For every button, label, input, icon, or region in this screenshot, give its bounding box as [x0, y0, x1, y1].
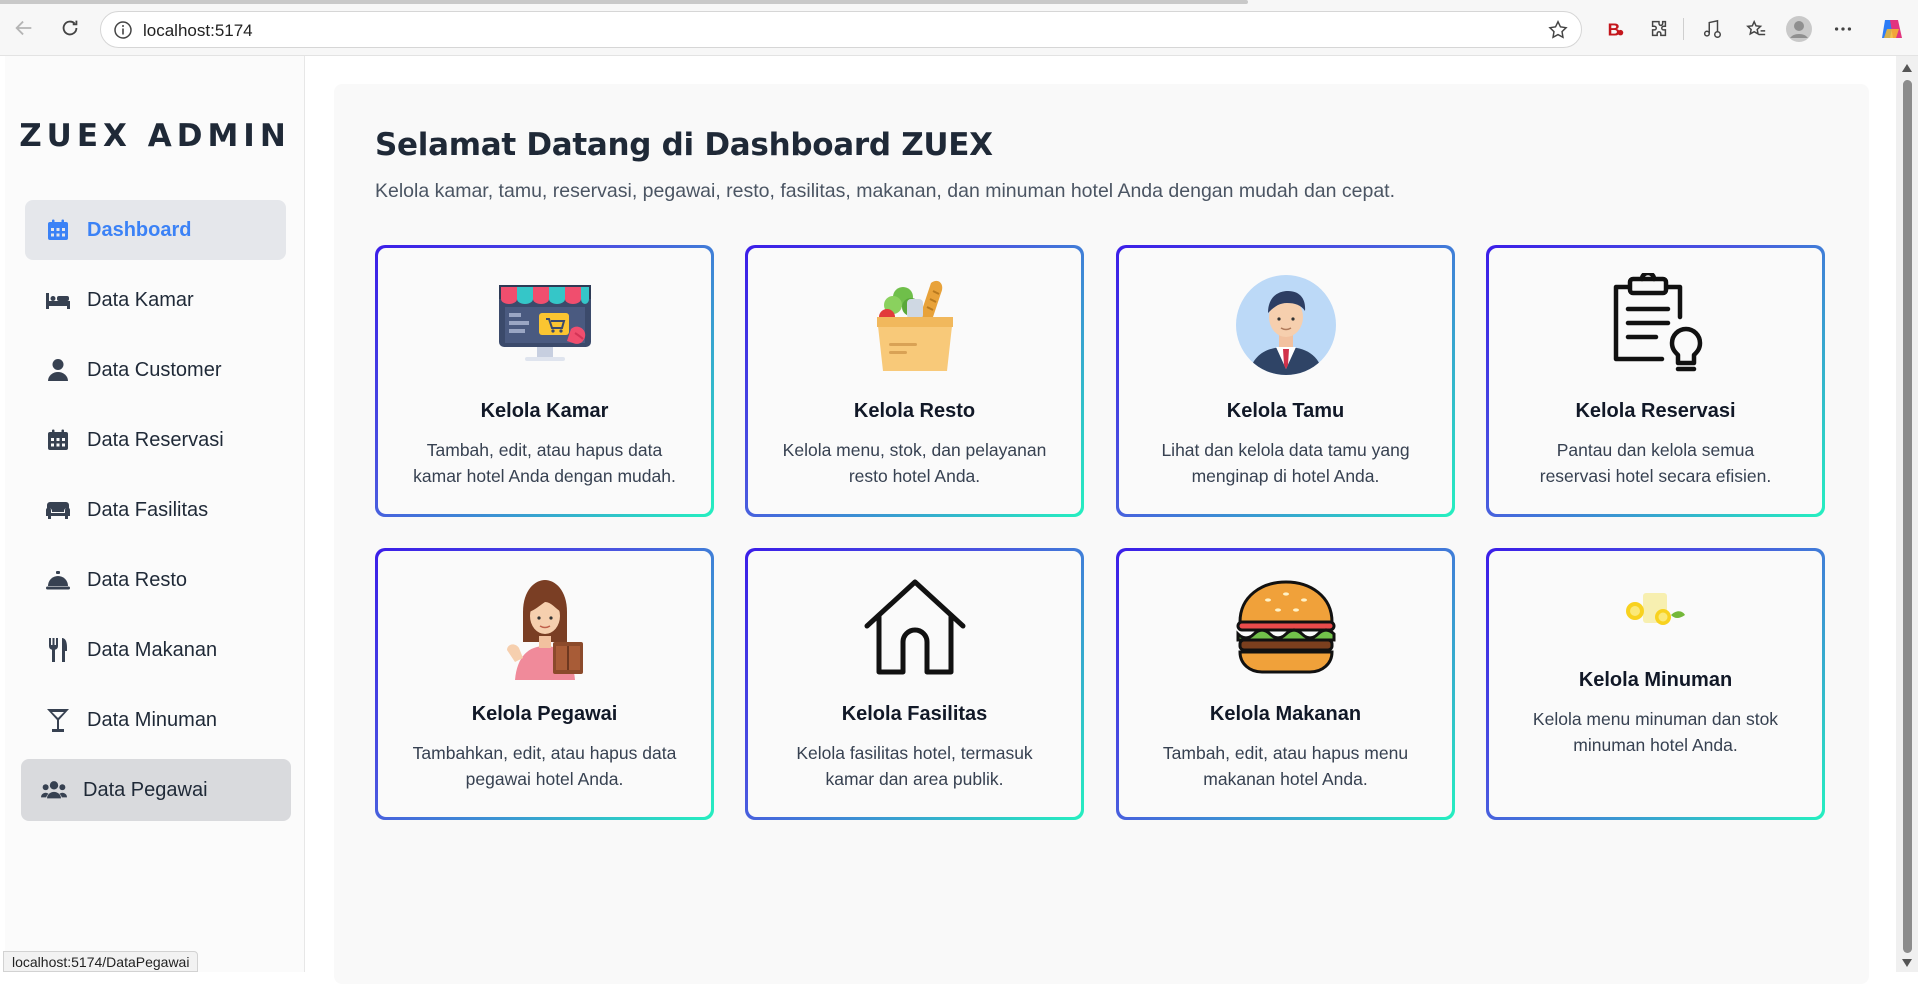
favorites-icon[interactable] — [1741, 14, 1771, 44]
card-kelola-makanan[interactable]: Kelola Makanan Tambah, edit, atau hapus … — [1116, 548, 1455, 820]
status-bar-url: localhost:5174/DataPegawai — [3, 951, 199, 972]
svg-text:B: B — [1608, 19, 1621, 39]
card-description: Lihat dan kelola data tamu yang menginap… — [1161, 440, 1410, 486]
grocery-bag-icon — [863, 273, 967, 377]
sidebar-item-label: Data Pegawai — [83, 778, 208, 801]
cocktail-icon — [45, 707, 71, 733]
card-title: Kelola Fasilitas — [841, 703, 988, 725]
card-description: Kelola menu minuman dan stok minuman hot… — [1532, 709, 1779, 755]
guest-avatar-icon — [1234, 273, 1338, 377]
sidebar-item-data-minuman[interactable]: Data Minuman — [25, 690, 286, 750]
address-bar[interactable]: localhost:5174 — [100, 11, 1582, 48]
back-button[interactable] — [10, 14, 38, 42]
burger-icon — [1234, 576, 1338, 680]
page-title: Selamat Datang di Dashboard ZUEX — [375, 127, 993, 163]
sidebar-item-data-pegawai[interactable]: Data Pegawai — [21, 759, 291, 821]
card-title: Kelola Reservasi — [1575, 400, 1736, 422]
more-menu-icon[interactable] — [1828, 14, 1858, 44]
card-kelola-fasilitas[interactable]: Kelola Fasilitas Kelola fasilitas hotel,… — [745, 548, 1084, 820]
page-subtitle: Kelola kamar, tamu, reservasi, pegawai, … — [375, 180, 1396, 202]
scroll-up-arrow-icon — [1902, 64, 1912, 72]
card-title: Kelola Resto — [853, 400, 976, 422]
lemon-drink-icon — [1621, 589, 1691, 629]
online-store-icon — [493, 273, 597, 377]
favorite-star-icon[interactable] — [1547, 19, 1569, 46]
card-title: Kelola Kamar — [480, 400, 609, 422]
sidebar-item-label: Data Kamar — [87, 288, 194, 311]
card-description: Pantau dan kelola semua reservasi hotel … — [1539, 440, 1772, 486]
card-description: Kelola menu, stok, dan pelayanan resto h… — [782, 440, 1047, 486]
staff-woman-icon — [493, 576, 597, 680]
utensils-icon — [45, 637, 71, 663]
sidebar-item-label: Data Resto — [87, 568, 188, 591]
copilot-icon[interactable] — [1877, 14, 1907, 44]
card-title: Kelola Tamu — [1226, 400, 1345, 422]
reload-icon — [62, 20, 78, 36]
scroll-down-arrow-icon — [1902, 959, 1912, 967]
users-icon — [41, 777, 67, 803]
sidebar-item-label: Data Customer — [87, 358, 222, 381]
card-kelola-resto[interactable]: Kelola Resto Kelola menu, stok, dan pela… — [745, 245, 1084, 517]
sidebar-item-data-customer[interactable]: Data Customer — [25, 340, 286, 400]
card-kelola-minuman[interactable]: Kelola Minuman Kelola menu minuman dan s… — [1486, 548, 1825, 820]
brand-logo: ZUEX ADMIN — [19, 118, 291, 154]
house-icon — [863, 576, 967, 680]
sidebar-item-label: Data Makanan — [87, 638, 218, 661]
card-description: Tambahkan, edit, atau hapus data pegawai… — [412, 743, 677, 789]
browser-toolbar: localhost:5174 B — [0, 0, 1918, 56]
sidebar-item-label: Data Reservasi — [87, 428, 224, 451]
clipboard-idea-icon — [1604, 270, 1708, 377]
site-info-icon[interactable] — [113, 20, 133, 45]
bold-extension-icon[interactable]: B — [1600, 14, 1630, 44]
calendar-icon — [45, 427, 71, 453]
couch-icon — [45, 497, 71, 523]
card-kelola-reservasi[interactable]: Kelola Reservasi Pantau dan kelola semua… — [1486, 245, 1825, 517]
scrollbar-thumb[interactable] — [1903, 80, 1912, 953]
card-kelola-kamar[interactable]: Kelola Kamar Tambah, edit, atau hapus da… — [375, 245, 714, 517]
profile-avatar-icon[interactable] — [1784, 14, 1814, 44]
sidebar-item-data-resto[interactable]: Data Resto — [25, 550, 286, 610]
page-loading-bar — [0, 0, 1248, 4]
card-title: Kelola Makanan — [1209, 703, 1362, 725]
sidebar-item-data-kamar[interactable]: Data Kamar — [25, 270, 286, 330]
url-text: localhost:5174 — [143, 21, 253, 40]
cloche-icon — [45, 567, 71, 593]
bed-icon — [45, 287, 71, 313]
content-panel — [334, 84, 1869, 984]
reload-button[interactable] — [56, 14, 84, 42]
arrow-left-icon — [15, 20, 32, 36]
sidebar: ZUEX ADMIN Dashboard Data Kamar Data Cus… — [5, 56, 305, 972]
card-kelola-tamu[interactable]: Kelola Tamu Lihat dan kelola data tamu y… — [1116, 245, 1455, 517]
sidebar-item-data-reservasi[interactable]: Data Reservasi — [25, 410, 286, 470]
extensions-puzzle-icon[interactable] — [1644, 14, 1674, 44]
page-scrollbar[interactable] — [1896, 56, 1918, 972]
sidebar-item-label: Dashboard — [87, 218, 192, 241]
card-description: Tambah, edit, atau hapus menu makanan ho… — [1162, 743, 1409, 789]
card-description: Kelola fasilitas hotel, termasuk kamar d… — [796, 743, 1033, 789]
calendar-icon — [45, 217, 71, 243]
card-description: Tambah, edit, atau hapus data kamar hote… — [413, 440, 676, 486]
card-kelola-pegawai[interactable]: Kelola Pegawai Tambahkan, edit, atau hap… — [375, 548, 714, 820]
media-icon[interactable] — [1697, 14, 1727, 44]
sidebar-item-label: Data Fasilitas — [87, 498, 209, 521]
sidebar-item-label: Data Minuman — [87, 708, 218, 731]
user-icon — [45, 357, 71, 383]
sidebar-item-data-fasilitas[interactable]: Data Fasilitas — [25, 480, 286, 540]
sidebar-item-dashboard[interactable]: Dashboard — [25, 200, 286, 260]
toolbar-divider — [1683, 18, 1684, 40]
sidebar-item-data-makanan[interactable]: Data Makanan — [25, 620, 286, 680]
card-title: Kelola Pegawai — [471, 703, 618, 725]
card-title: Kelola Minuman — [1578, 669, 1733, 691]
